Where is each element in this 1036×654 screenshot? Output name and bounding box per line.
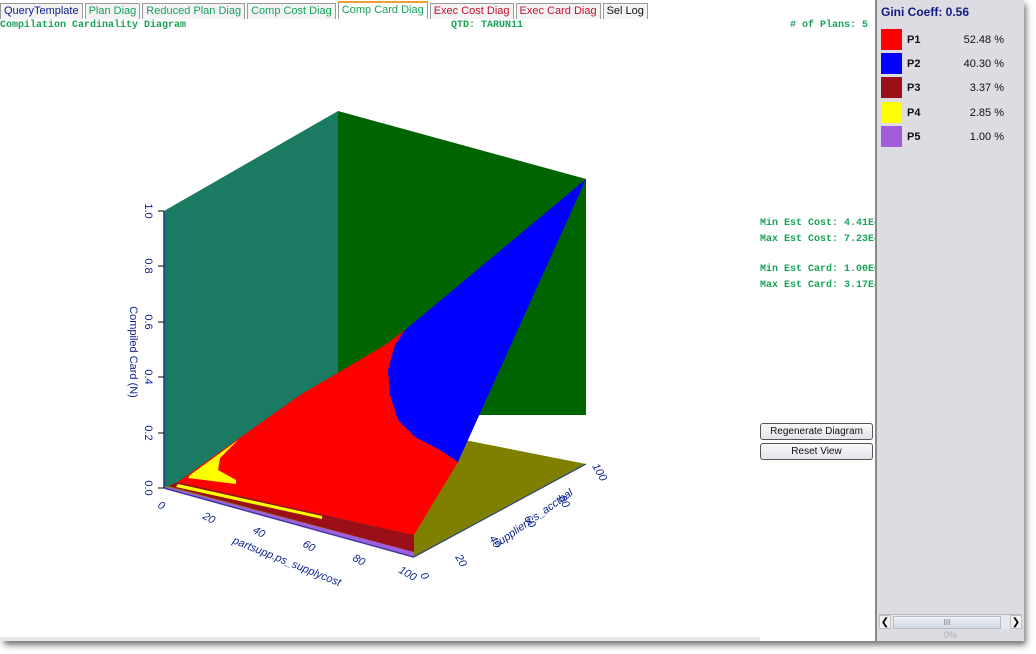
plan-percent: 2.85 %: [969, 107, 1004, 119]
progress-label: 0%: [943, 630, 957, 640]
max-est-cost: Max Est Cost: 7.23E4: [760, 234, 881, 245]
y-tick-100: 100: [589, 462, 609, 485]
z-axis-label: Compiled Card (N): [127, 306, 139, 398]
scroll-thumb[interactable]: III: [893, 616, 1001, 629]
min-est-cost: Min Est Cost: 4.41E4: [760, 218, 881, 229]
swatch-p5: [881, 126, 902, 147]
plan-label: P4: [907, 107, 921, 119]
tab-comp-card-diag[interactable]: Comp Card Diag: [337, 1, 428, 19]
plan-percent: 40.30 %: [963, 58, 1004, 70]
3d-plot[interactable]: 1.0 0.8 0.6 0.4 0.2 0.0 Compiled Card (N…: [0, 30, 740, 630]
x-tick-100: 100: [397, 564, 420, 584]
z-tick-1.0: 1.0: [142, 203, 154, 218]
x-tick-80: 80: [351, 552, 368, 569]
legend-item: P1 52.48 %: [879, 29, 1019, 51]
tab-sel-log[interactable]: Sel Log: [602, 3, 648, 19]
tab-bar: QueryTemplate Plan Diag Reduced Plan Dia…: [0, 1, 650, 19]
z-tick-0.4: 0.4: [142, 369, 154, 384]
legend-item: P2 40.30 %: [879, 53, 1019, 75]
x-tick-60: 60: [301, 538, 318, 555]
tab-query-template[interactable]: QueryTemplate: [0, 3, 83, 19]
y-tick-20: 20: [452, 552, 469, 570]
x-tick-40: 40: [251, 524, 268, 541]
max-est-card: Max Est Card: 3.17E4: [760, 280, 881, 291]
plan-label: P2: [907, 58, 921, 70]
legend-item: P4 2.85 %: [879, 102, 1019, 124]
x-tick-20: 20: [200, 510, 218, 527]
plan-percent: 1.00 %: [969, 131, 1004, 143]
gini-coefficient: Gini Coeff: 0.56: [881, 5, 970, 19]
bottom-divider: [0, 637, 760, 641]
tab-exec-cost-diag[interactable]: Exec Cost Diag: [429, 3, 514, 19]
legend-item: P5 1.00 %: [879, 126, 1019, 148]
plan-percent: 52.48 %: [963, 34, 1004, 46]
reset-view-button[interactable]: Reset View: [760, 443, 873, 460]
scroll-left-icon[interactable]: ❮: [879, 615, 891, 629]
x-axis-label: partsupp.ps_supplycost: [230, 534, 343, 589]
z-tick-0.8: 0.8: [142, 258, 154, 273]
plan-percent: 3.37 %: [969, 82, 1004, 94]
tab-reduced-plan-diag[interactable]: Reduced Plan Diag: [142, 3, 246, 19]
app-window: QueryTemplate Plan Diag Reduced Plan Dia…: [0, 0, 1024, 641]
z-axis-ticks: [158, 210, 164, 489]
z-tick-0.0: 0.0: [142, 480, 154, 495]
swatch-p3: [881, 77, 902, 98]
swatch-p4: [881, 102, 902, 123]
plan-label: P1: [907, 34, 921, 46]
horizontal-scrollbar[interactable]: ❮ III ❯: [879, 614, 1022, 629]
tab-exec-card-diag[interactable]: Exec Card Diag: [515, 3, 601, 19]
z-tick-0.2: 0.2: [142, 425, 154, 440]
regenerate-diagram-button[interactable]: Regenerate Diagram: [760, 423, 873, 440]
z-tick-0.6: 0.6: [142, 314, 154, 329]
swatch-p2: [881, 53, 902, 74]
tab-plan-diag[interactable]: Plan Diag: [84, 3, 141, 19]
y-tick-0: 0: [417, 571, 431, 583]
min-est-card: Min Est Card: 1.00E0: [760, 264, 881, 275]
plan-count: # of Plans: 5: [790, 20, 869, 31]
plan-label: P5: [907, 131, 921, 143]
swatch-p1: [881, 29, 902, 50]
plan-label: P3: [907, 82, 921, 94]
scroll-right-icon[interactable]: ❯: [1010, 615, 1022, 629]
tab-comp-cost-diag[interactable]: Comp Cost Diag: [247, 3, 336, 19]
legend-panel: Gini Coeff: 0.56 P1 52.48 % P2 40.30 % P…: [875, 0, 1024, 641]
x-tick-0: 0: [156, 499, 168, 513]
legend-item: P3 3.37 %: [879, 77, 1019, 99]
